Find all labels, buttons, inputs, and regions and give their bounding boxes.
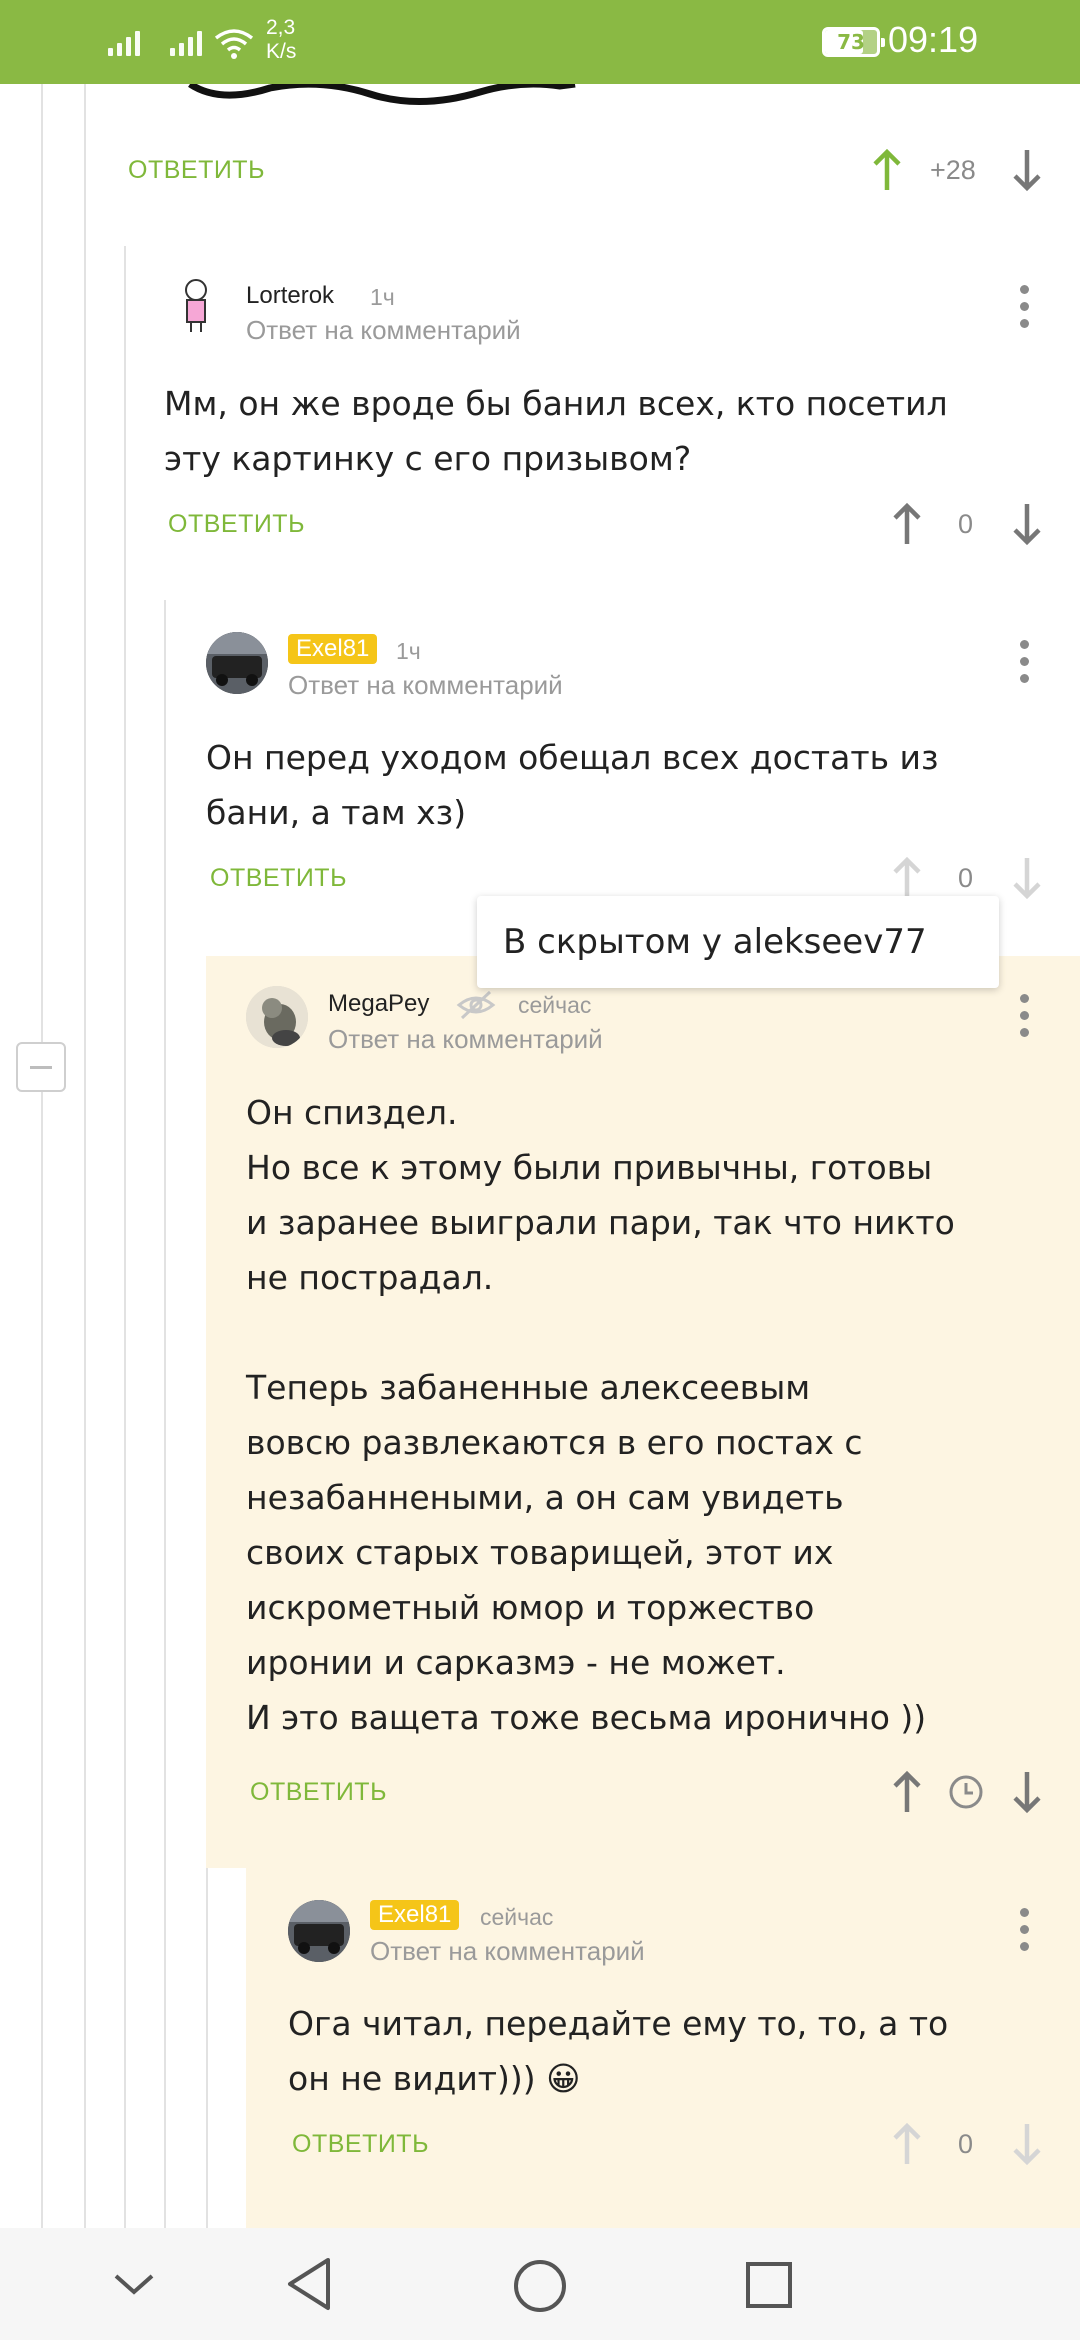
comment-time: сейчас [518,992,592,1018]
hidden-tooltip: В скрытом у alekseev77 [477,896,999,988]
speed-unit: K/s [266,40,297,63]
comment-line: Но все к этому были привычны, готовы [246,1148,933,1187]
speed-value: 2,3 [266,16,296,39]
comment-time: 1ч [396,638,421,664]
arrow-down-icon[interactable] [1012,148,1042,192]
comment-score: 0 [958,863,974,893]
thread-line[interactable] [124,246,126,2228]
comment-line: И это ващета тоже весьма иронично )) [246,1698,927,1737]
battery-icon: 73 [822,27,885,57]
wifi-icon [214,29,254,59]
signal-icon-2 [170,31,202,56]
comment-body: Мм, он же вроде бы банил всех, кто посет… [164,376,948,486]
comment-line: не пострадал. [246,1258,494,1297]
comment-line: своих старых товарищей, этот их [246,1533,834,1572]
reply-button[interactable]: ОТВЕТИТЬ [168,510,305,539]
comment-line: Мм, он же вроде бы банил всех, кто посет… [164,384,948,423]
arrow-up-icon[interactable] [872,148,902,192]
comment-time: сейчас [480,1904,554,1930]
comment-line: Теперь забаненные алексеевым [246,1368,811,1407]
comment-author[interactable]: Lorterok [246,282,334,310]
comment-line: Он перед уходом обещал всех достать из [206,738,939,777]
comment-body: Он спиздел. Но все к этому были привычны… [246,1085,955,1745]
home-icon[interactable] [512,2258,568,2314]
comment-line: и заранее выиграли пари, так что никто [246,1203,955,1242]
avatar[interactable] [206,632,268,694]
comment-line [246,1305,955,1360]
clock-icon [949,1775,983,1809]
thread-line[interactable] [41,84,43,2228]
comment-body: Ога читал, передайте ему то, то, а то он… [288,1996,948,2106]
chevron-down-icon[interactable] [112,2266,156,2302]
signal-icon [108,31,140,56]
comment-score: +28 [930,155,976,185]
reply-button[interactable]: ОТВЕТИТЬ [292,2130,429,2159]
arrow-down-icon[interactable] [1012,856,1042,900]
reply-button[interactable]: ОТВЕТИТЬ [128,156,265,185]
arrow-up-icon[interactable] [892,1770,922,1814]
reply-to-link[interactable]: Ответ на комментарий [370,1936,645,1967]
network-speed: 2,3 K/s [266,16,296,64]
comment-time: 1ч [370,284,395,310]
comment-line: незабаннеными, а он сам увидеть [246,1478,844,1517]
battery-level: 73 [837,30,865,54]
avatar[interactable] [176,276,216,334]
back-icon[interactable] [284,2254,334,2314]
avatar[interactable] [288,1900,350,1962]
post-image-fragment [188,84,576,106]
comment-score: 0 [958,2129,974,2159]
eye-off-icon [456,990,496,1020]
comment-score: 0 [958,509,974,539]
comment-body: Он перед уходом обещал всех достать из б… [206,730,939,840]
screen: 2,3 K/s 73 09:19 ОТВЕТИТЬ +28 Lorterok 1… [0,0,1080,2340]
arrow-down-icon[interactable] [1012,2122,1042,2166]
comment-author[interactable]: Exel81 [288,634,378,664]
clock: 09:19 [888,19,979,60]
thread-line[interactable] [164,600,166,2228]
kebab-menu-icon[interactable] [1020,285,1030,329]
comment-line: эту картинку с его призывом? [164,439,692,478]
comment-line: искрометный юмор и торжество [246,1588,815,1627]
collapse-thread-button[interactable] [16,1042,66,1092]
comment-author[interactable]: MegaPey [328,990,429,1018]
thread-line[interactable] [84,84,86,2228]
arrow-down-icon[interactable] [1012,1770,1042,1814]
arrow-up-icon[interactable] [892,502,922,546]
comment-line: Он спиздел. [246,1093,458,1132]
comment-line: иронии и сарказмэ - не может. [246,1643,786,1682]
comment-line: вовсю развлекаются в его постах с [246,1423,863,1462]
system-nav-bar [0,2228,1080,2340]
comment-line: он не видит))) 😀 [288,2059,581,2098]
reply-to-link[interactable]: Ответ на комментарий [288,670,563,701]
status-bar: 2,3 K/s 73 09:19 [0,0,1080,84]
reply-button[interactable]: ОТВЕТИТЬ [210,864,347,893]
arrow-up-icon[interactable] [892,856,922,900]
kebab-menu-icon[interactable] [1020,640,1030,684]
comment-line: бани, а там хз) [206,793,467,832]
recents-icon[interactable] [744,2260,794,2310]
reply-to-link[interactable]: Ответ на комментарий [246,315,521,346]
arrow-down-icon[interactable] [1012,502,1042,546]
reply-to-link[interactable]: Ответ на комментарий [328,1024,603,1055]
kebab-menu-icon[interactable] [1020,994,1030,1038]
comment-author[interactable]: Exel81 [370,1900,460,1930]
arrow-up-icon[interactable] [892,2122,922,2166]
comment-line: Ога читал, передайте ему то, то, а то [288,2004,949,2043]
avatar[interactable] [246,986,308,1048]
reply-button[interactable]: ОТВЕТИТЬ [250,1778,387,1807]
kebab-menu-icon[interactable] [1020,1908,1030,1952]
